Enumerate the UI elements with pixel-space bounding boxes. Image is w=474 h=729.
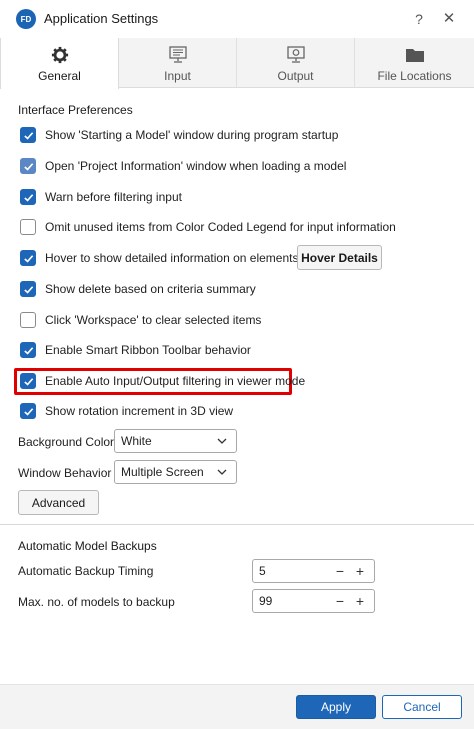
advanced-button[interactable]: Advanced [18, 490, 99, 515]
option-label: Show rotation increment in 3D view [45, 404, 234, 418]
tab-output[interactable]: Output [237, 38, 355, 88]
option-row[interactable]: Show delete based on criteria summary [20, 279, 256, 299]
tab-label: Input [164, 69, 191, 83]
checkbox[interactable] [20, 403, 36, 419]
check-icon [23, 193, 33, 202]
option-row[interactable]: Show rotation increment in 3D view [20, 401, 233, 421]
checkbox[interactable] [20, 312, 36, 328]
check-icon [23, 254, 33, 263]
app-logo: FD [16, 9, 36, 29]
tab-general[interactable]: General [0, 38, 119, 89]
select-value: White [121, 434, 152, 448]
check-icon [23, 346, 33, 355]
option-label: Enable Smart Ribbon Toolbar behavior [45, 343, 251, 357]
section-divider [0, 524, 474, 525]
option-row[interactable]: Open 'Project Information' window when l… [20, 156, 346, 176]
automatic-backups-heading: Automatic Model Backups [18, 539, 157, 553]
close-button[interactable]: ✕ [440, 9, 458, 29]
tab-label: Output [277, 69, 314, 83]
max-models-stepper[interactable]: 99 − + [252, 589, 375, 613]
checkbox[interactable] [20, 158, 36, 174]
title-bar: FD Application Settings ? ✕ [0, 0, 474, 38]
check-icon [23, 407, 33, 416]
max-models-label: Max. no. of models to backup [18, 595, 175, 609]
increment-button[interactable]: + [352, 562, 368, 580]
option-label: Show delete based on criteria summary [45, 282, 256, 296]
tab-file-locations[interactable]: File Locations [355, 38, 474, 88]
tab-input[interactable]: Input [119, 38, 237, 88]
window-behavior-label: Window Behavior [18, 466, 112, 480]
interface-preferences-heading: Interface Preferences [18, 103, 133, 117]
backup-timing-stepper[interactable]: 5 − + [252, 559, 375, 583]
option-label: Warn before filtering input [45, 190, 182, 204]
tab-label: File Locations [377, 69, 452, 83]
gear-icon [51, 46, 68, 64]
option-label: Open 'Project Information' window when l… [45, 159, 347, 173]
option-row[interactable]: Enable Smart Ribbon Toolbar behavior [20, 340, 251, 360]
checkbox[interactable] [20, 219, 36, 235]
tab-bar: General Input Output File Locations [0, 38, 474, 89]
stepper-value[interactable]: 99 [259, 594, 272, 608]
hover-details-button[interactable]: Hover Details [297, 245, 382, 270]
input-monitor-icon [168, 46, 187, 63]
checkbox[interactable] [20, 127, 36, 143]
checkbox[interactable] [20, 189, 36, 205]
option-label: Hover to show detailed information on el… [45, 251, 299, 265]
checkbox[interactable] [20, 281, 36, 297]
option-row[interactable]: Omit unused items from Color Coded Legen… [20, 217, 396, 237]
check-icon [23, 377, 33, 386]
check-icon [23, 131, 33, 140]
chevron-down-icon [217, 469, 227, 475]
cancel-button[interactable]: Cancel [382, 695, 462, 719]
checkbox[interactable] [20, 373, 36, 389]
tab-label: General [38, 69, 81, 83]
option-label: Omit unused items from Color Coded Legen… [45, 220, 396, 234]
background-color-select[interactable]: White [114, 429, 237, 453]
option-row[interactable]: Show 'Starting a Model' window during pr… [20, 125, 338, 145]
option-label: Enable Auto Input/Output filtering in vi… [45, 374, 306, 388]
option-label: Show 'Starting a Model' window during pr… [45, 128, 339, 142]
decrement-button[interactable]: − [332, 562, 348, 580]
apply-button[interactable]: Apply [296, 695, 376, 719]
increment-button[interactable]: + [352, 592, 368, 610]
select-value: Multiple Screen [121, 465, 204, 479]
stepper-value[interactable]: 5 [259, 564, 266, 578]
background-color-label: Background Color [18, 435, 115, 449]
option-row[interactable]: Hover to show detailed information on el… [20, 248, 298, 268]
checkbox[interactable] [20, 342, 36, 358]
window-title: Application Settings [44, 11, 159, 26]
option-label: Click 'Workspace' to clear selected item… [45, 313, 262, 327]
help-button[interactable]: ? [410, 9, 428, 29]
window-behavior-select[interactable]: Multiple Screen [114, 460, 237, 484]
chevron-down-icon [217, 438, 227, 444]
checkbox[interactable] [20, 250, 36, 266]
check-icon [23, 285, 33, 294]
output-monitor-icon [286, 46, 305, 63]
decrement-button[interactable]: − [332, 592, 348, 610]
option-row[interactable]: Warn before filtering input [20, 187, 182, 207]
check-icon [23, 162, 33, 171]
option-row[interactable]: Click 'Workspace' to clear selected item… [20, 310, 261, 330]
folder-icon [405, 49, 424, 62]
backup-timing-label: Automatic Backup Timing [18, 564, 154, 578]
option-row[interactable]: Enable Auto Input/Output filtering in vi… [20, 371, 305, 391]
